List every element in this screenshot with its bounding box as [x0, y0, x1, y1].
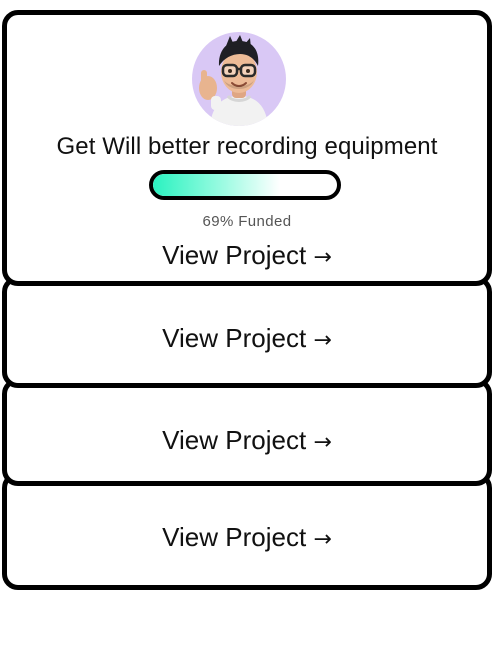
arrow-right-icon: → [313, 430, 332, 455]
view-project-label: View Project [162, 425, 307, 455]
view-project-label: View Project [162, 323, 307, 353]
view-project-label: View Project [162, 240, 307, 270]
view-project-label: View Project [162, 522, 307, 552]
memoji-avatar-icon [192, 32, 286, 126]
arrow-right-icon: → [313, 328, 332, 353]
project-title: Get Will better recording equipment [56, 133, 438, 160]
arrow-right-icon: → [313, 245, 332, 270]
funding-progress-fill [153, 174, 280, 196]
funded-status: 69% Funded [202, 213, 292, 230]
funding-progress-bar [149, 170, 341, 200]
view-project-link[interactable]: View Project → [7, 240, 487, 271]
view-project-link[interactable]: View Project → [7, 323, 487, 354]
project-card-1[interactable]: Get Will better recording equipment 69% … [2, 10, 492, 286]
view-project-link[interactable]: View Project → [7, 522, 487, 553]
arrow-right-icon: → [313, 527, 332, 552]
project-card-3[interactable]: View Project → [2, 378, 492, 486]
project-card-2[interactable]: View Project → [2, 276, 492, 388]
project-card-4[interactable]: View Project → [2, 472, 492, 590]
view-project-link[interactable]: View Project → [7, 425, 487, 456]
